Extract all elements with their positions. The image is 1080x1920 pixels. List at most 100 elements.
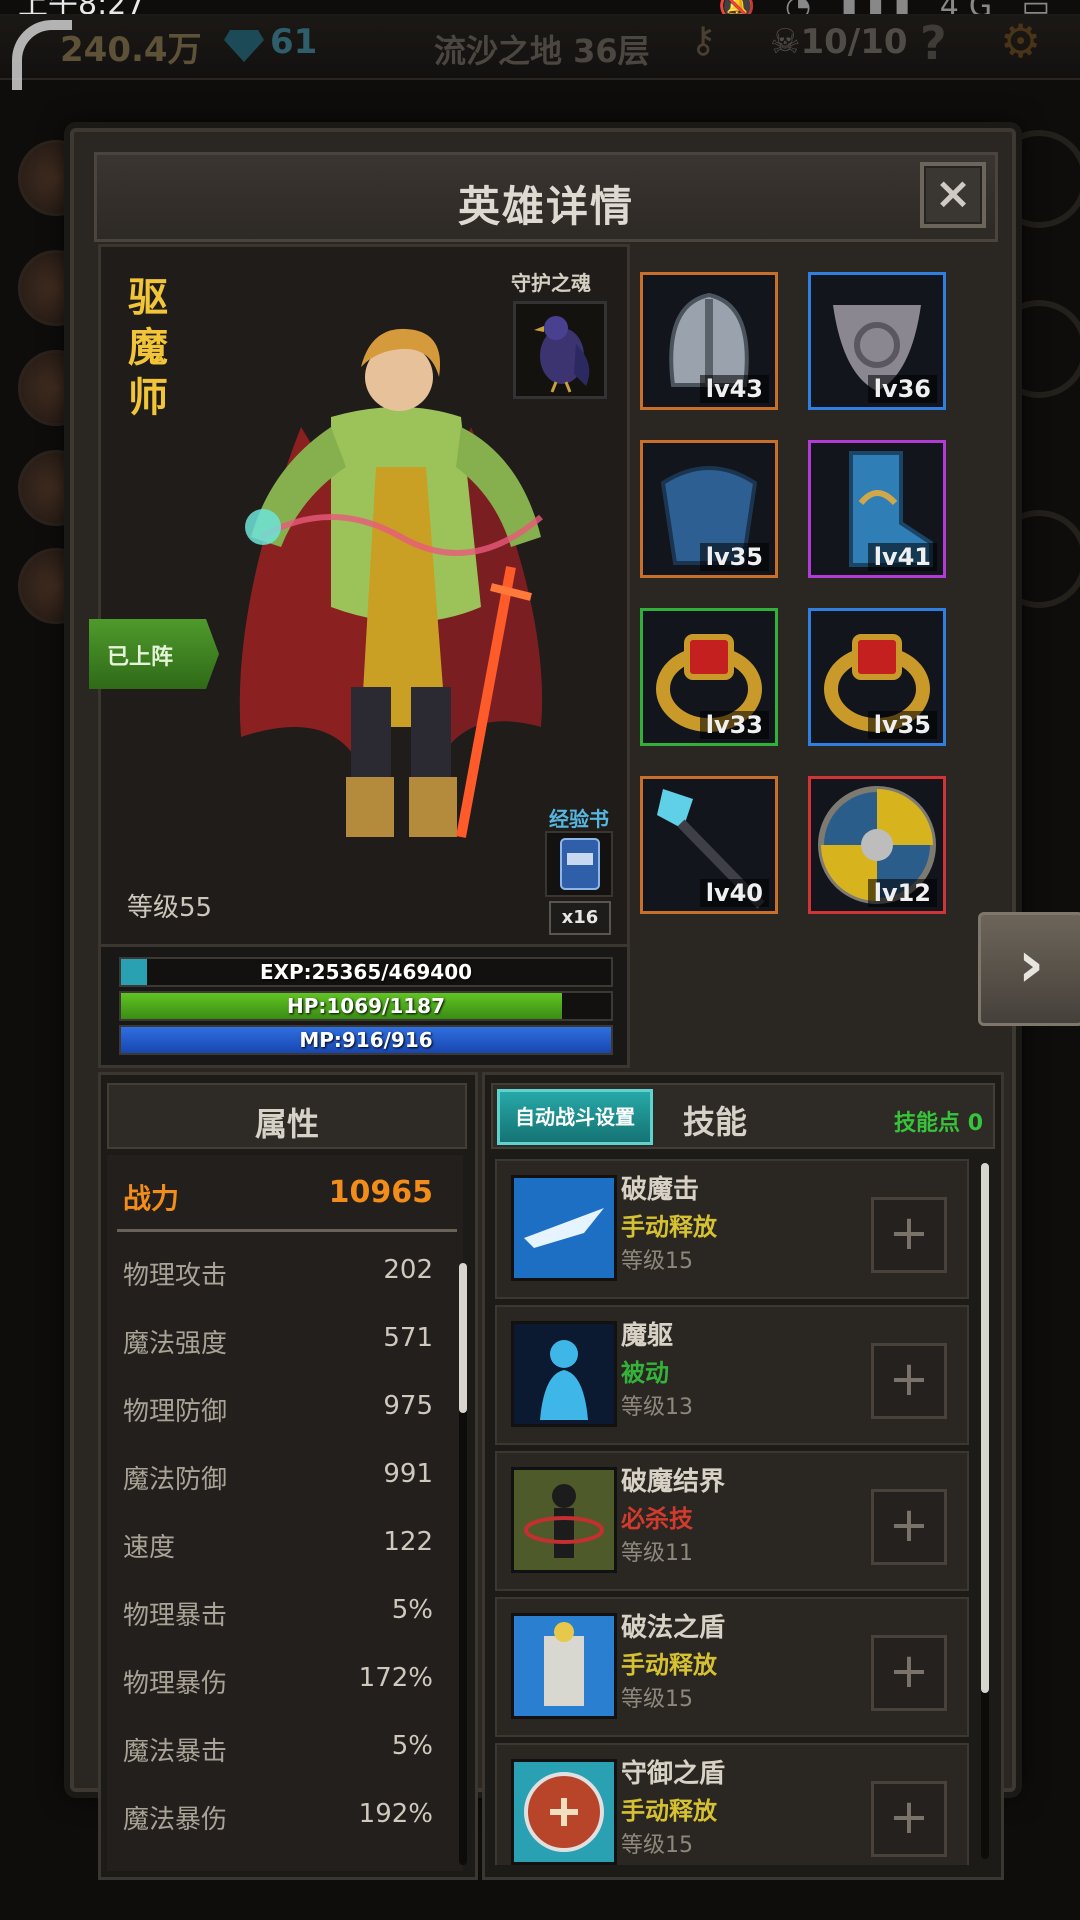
- hp-bar-label: HP:1069/1187: [286, 994, 446, 1018]
- equipment-slot-boots[interactable]: lv41: [808, 440, 946, 578]
- gold-count: 240.4万: [60, 30, 202, 70]
- guardian-label: 守护之魂: [511, 271, 591, 295]
- skill-card[interactable]: 破魔击 手动释放 等级15 +: [495, 1159, 969, 1299]
- equipment-level: lv36: [867, 375, 937, 403]
- skills-title: 技能: [683, 1103, 748, 1141]
- equipment-slot-armor[interactable]: lv35: [640, 440, 778, 578]
- equipment-grid: lv43 lv36 lv35 lv41 lv33 lv35 lv40 lv12: [640, 272, 970, 932]
- equipment-slot-weapon[interactable]: lv40: [640, 776, 778, 914]
- upgrade-skill-button[interactable]: +: [871, 1781, 947, 1857]
- attribute-row: 魔法强度 571: [123, 1323, 443, 1360]
- skill-card[interactable]: 魔躯 被动 等级13 +: [495, 1305, 969, 1445]
- attribute-row: 魔法防御 991: [123, 1459, 443, 1496]
- spirit-body-icon: [511, 1321, 617, 1427]
- divider: [117, 1229, 457, 1232]
- help-button[interactable]: ?: [920, 16, 947, 70]
- skills-panel: 自动战斗设置 技能 技能点 0 破魔击 手动释放 等级15 + 魔躯 被动 等级…: [482, 1072, 1004, 1880]
- equipment-level: lv33: [699, 711, 769, 739]
- gem-icon: [224, 30, 264, 62]
- equipment-level: lv35: [699, 543, 769, 571]
- attribute-row: 物理防御 975: [123, 1391, 443, 1428]
- skill-card[interactable]: 守御之盾 手动释放 等级15 +: [495, 1743, 969, 1865]
- attributes-list[interactable]: 战力 10965 物理攻击 202 魔法强度 571 物理防御 975 魔法防御 991…: [107, 1155, 467, 1871]
- blade-strike-icon: [511, 1175, 617, 1281]
- exp-book-button[interactable]: [545, 831, 613, 897]
- equipment-slot-shield[interactable]: lv12: [808, 776, 946, 914]
- skill-name: 破法之盾: [621, 1613, 726, 1643]
- attribute-value: 122: [383, 1527, 433, 1557]
- upgrade-skill-button[interactable]: +: [871, 1635, 947, 1711]
- upgrade-skill-button[interactable]: +: [871, 1197, 947, 1273]
- skill-name: 破魔击: [621, 1175, 700, 1205]
- next-hero-button[interactable]: ›: [978, 912, 1080, 1026]
- attribute-value: 571: [383, 1323, 433, 1353]
- attribute-row: 物理攻击 202: [123, 1255, 443, 1292]
- attribute-label: 魔法强度: [123, 1329, 228, 1359]
- attribute-label: 物理暴伤: [123, 1669, 228, 1699]
- skills-list[interactable]: 破魔击 手动释放 等级15 + 魔躯 被动 等级13 + 破魔结界 必杀技 等级…: [495, 1159, 975, 1865]
- skill-level: 等级11: [621, 1541, 693, 1566]
- attribute-value: 5%: [391, 1731, 433, 1761]
- skills-header: 自动战斗设置 技能 技能点 0: [491, 1083, 995, 1149]
- power-value: 10965: [328, 1175, 433, 1210]
- attribute-row: 物理暴伤 172%: [123, 1663, 443, 1700]
- skill-type: 手动释放: [621, 1213, 717, 1241]
- barrier-icon: [511, 1467, 617, 1573]
- attribute-row: 速度 122: [123, 1527, 443, 1564]
- attributes-panel: 属性 战力 10965 物理攻击 202 魔法强度 571 物理防御 975 魔法防御…: [98, 1072, 478, 1880]
- attributes-header: 属性: [107, 1083, 467, 1149]
- attribute-value: 202: [383, 1255, 433, 1285]
- skill-type: 手动释放: [621, 1651, 717, 1679]
- skill-level: 等级15: [621, 1249, 693, 1274]
- round-shield-icon: [511, 1759, 617, 1865]
- exp-book-label: 经验书: [549, 807, 609, 831]
- attribute-label: 物理攻击: [123, 1261, 228, 1291]
- hero-portrait: [239, 328, 543, 838]
- attribute-row: 魔法暴伤 192%: [123, 1799, 443, 1836]
- dialog-title: 英雄详情: [457, 182, 634, 231]
- attribute-label: 速度: [123, 1533, 176, 1563]
- attribute-row: 魔法暴击 5%: [123, 1731, 443, 1768]
- skill-type: 被动: [621, 1359, 669, 1387]
- attribute-label: 魔法暴伤: [123, 1805, 228, 1835]
- skill-level: 等级13: [621, 1395, 693, 1420]
- upgrade-skill-button[interactable]: +: [871, 1343, 947, 1419]
- equipment-slot-cloak[interactable]: lv36: [808, 272, 946, 410]
- floor-label: 流沙之地 36层: [434, 32, 650, 70]
- attribute-label: 魔法暴击: [123, 1737, 228, 1767]
- exp-bar: EXP:25365/469400: [119, 957, 613, 987]
- equipment-level: lv43: [699, 375, 769, 403]
- equipment-slot-ring-1[interactable]: lv33: [640, 608, 778, 746]
- exp-bar-label: EXP:25365/469400: [259, 960, 473, 984]
- dialog-header: 英雄详情: [94, 152, 998, 242]
- mp-bar-label: MP:916/916: [299, 1028, 433, 1052]
- upgrade-skill-button[interactable]: +: [871, 1489, 947, 1565]
- skill-points: 技能点 0: [894, 1111, 983, 1136]
- deployed-tag: 已上阵: [89, 619, 219, 689]
- scrollbar-thumb[interactable]: [459, 1263, 467, 1413]
- power-row: 战力 10965: [123, 1175, 443, 1217]
- auto-battle-settings-button[interactable]: 自动战斗设置: [497, 1089, 653, 1145]
- deployed-label: 已上阵: [107, 645, 174, 670]
- resource-bar: 240.4万 61 流沙之地 36层 ⚷ ☠10/10 ? ⚙: [0, 14, 1080, 80]
- attribute-value: 975: [383, 1391, 433, 1421]
- skill-type: 必杀技: [621, 1505, 693, 1533]
- mp-bar: MP:916/916: [119, 1025, 613, 1055]
- skills-scrollbar[interactable]: [981, 1163, 989, 1859]
- skill-card[interactable]: 破魔结界 必杀技 等级11 +: [495, 1451, 969, 1591]
- scrollbar-thumb[interactable]: [981, 1163, 989, 1693]
- equipment-slot-ring-2[interactable]: lv35: [808, 608, 946, 746]
- attributes-scrollbar[interactable]: [459, 1263, 467, 1865]
- close-button[interactable]: ×: [920, 162, 986, 228]
- hero-name: 驱魔师: [128, 275, 168, 421]
- skill-card[interactable]: 破法之盾 手动释放 等级15 +: [495, 1597, 969, 1737]
- attributes-title: 属性: [254, 1105, 319, 1143]
- key-icon: ⚷: [690, 20, 717, 61]
- skill-name: 魔躯: [621, 1321, 674, 1351]
- gear-icon[interactable]: ⚙: [1000, 14, 1041, 68]
- equipment-level: lv41: [867, 543, 937, 571]
- gem-count: 61: [270, 22, 318, 62]
- equipment-slot-helmet[interactable]: lv43: [640, 272, 778, 410]
- hero-portrait-area: 驱魔师 守护之魂 已上阵 等级55 经验书 x16: [89, 244, 630, 950]
- equipment-level: lv35: [867, 711, 937, 739]
